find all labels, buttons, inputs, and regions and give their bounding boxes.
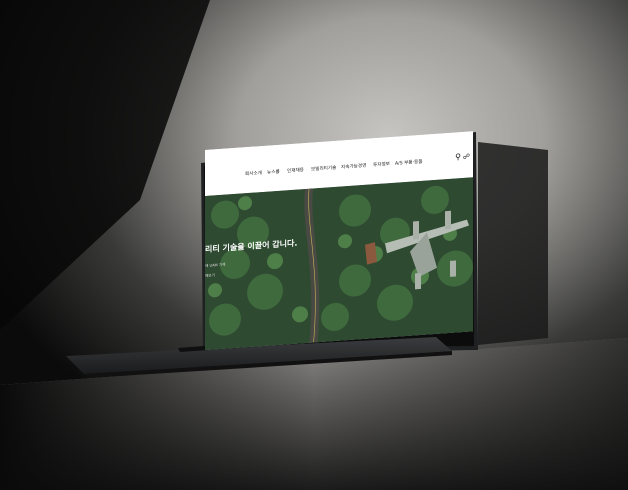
search-icon[interactable]: ⚲ xyxy=(455,152,461,161)
nav-item-sustainability[interactable]: 지속가능경영 xyxy=(341,163,366,171)
nav-item-parts[interactable]: A/S 부품·용품 xyxy=(395,159,422,167)
nav-item-newsroom[interactable]: 뉴스룸 xyxy=(267,169,280,176)
nav-item-careers[interactable]: 인재채용 xyxy=(287,167,304,174)
share-icon[interactable]: ☍ xyxy=(463,152,470,160)
nav-item-investors[interactable]: 투자정보 xyxy=(373,161,390,168)
hero-link[interactable]: 해보기 xyxy=(205,273,215,279)
forest-image xyxy=(205,177,473,350)
nav-item-company[interactable]: 회사소개 xyxy=(245,170,262,177)
laptop-shadow xyxy=(478,142,548,345)
hero-banner: 리티 기술을 이끌어 갑니다. 에 UAM 기체 해보기 xyxy=(205,177,473,350)
nav-item-mobility[interactable]: 모빌리티기술 xyxy=(311,165,336,173)
website-screen: 회사소개 뉴스룸 인재채용 모빌리티기술 지속가능경영 투자정보 A/S 부품·… xyxy=(205,131,473,350)
scene: 회사소개 뉴스룸 인재채용 모빌리티기술 지속가능경영 투자정보 A/S 부품·… xyxy=(0,0,628,490)
